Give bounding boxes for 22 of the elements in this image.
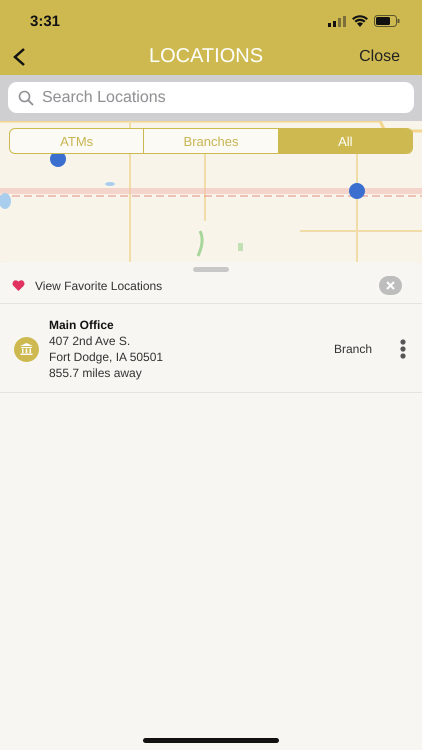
screen-title: LOCATIONS <box>148 45 264 68</box>
battery-icon <box>374 15 400 27</box>
location-type: Branch <box>334 342 372 356</box>
filter-tab[interactable]: ATMs <box>10 129 144 153</box>
close-button[interactable]: Close <box>359 48 400 66</box>
search-bar[interactable]: Search Locations <box>8 82 414 113</box>
back-icon <box>12 46 26 66</box>
search-icon <box>18 90 34 106</box>
location-distance: 855.7 miles away <box>49 366 143 380</box>
more-icon[interactable] <box>400 339 406 359</box>
location-name: Main Office <box>49 318 115 332</box>
favorites-link[interactable]: View Favorite Locations <box>35 278 369 292</box>
location-city: Fort Dodge, IA 50501 <box>49 350 164 364</box>
bank-icon <box>14 336 39 362</box>
filter-tab[interactable]: All <box>278 129 412 153</box>
signal-icon <box>328 16 346 26</box>
drag-handle[interactable] <box>193 267 229 272</box>
wifi-icon <box>352 15 368 27</box>
location-address: 407 2nd Ave S. <box>49 334 132 348</box>
heart-icon <box>12 280 25 291</box>
status-time: 3:31 <box>30 12 60 30</box>
close-icon <box>386 281 395 290</box>
